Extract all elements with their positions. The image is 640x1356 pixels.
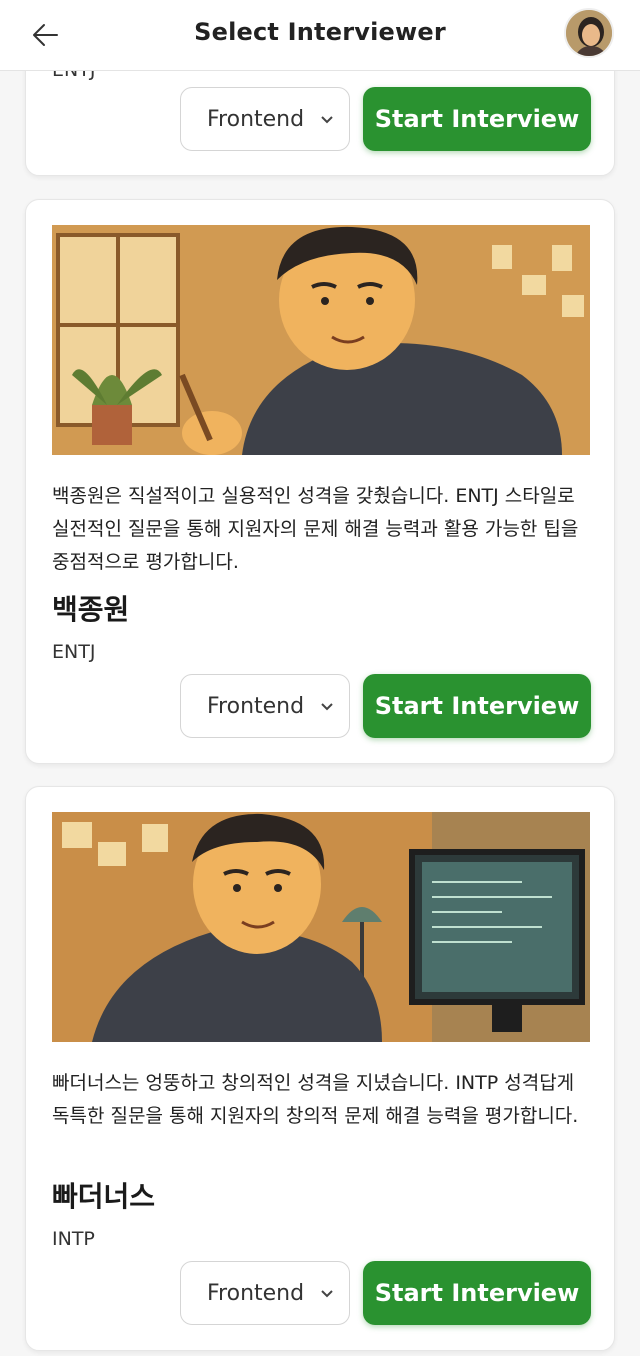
interviewer-name: 백종원 bbox=[52, 593, 130, 626]
interviewer-mbti: ENTJ bbox=[52, 641, 96, 663]
chevron-down-icon bbox=[321, 703, 333, 711]
interviewer-card: 백종원은 직설적이고 실용적인 성격을 갖췄습니다. ENTJ 스타일로 실전적… bbox=[25, 199, 615, 764]
start-interview-button[interactable]: Start Interview bbox=[363, 87, 591, 151]
role-select[interactable]: Frontend bbox=[180, 674, 350, 738]
interviewer-illustration bbox=[52, 225, 590, 455]
role-select-value: Frontend bbox=[207, 1280, 305, 1306]
interviewer-mbti: INTP bbox=[52, 1228, 95, 1250]
chevron-down-icon bbox=[321, 1290, 333, 1298]
role-select-value: Frontend bbox=[207, 106, 305, 132]
app-header: Select Interviewer bbox=[0, 0, 640, 71]
start-interview-button[interactable]: Start Interview bbox=[363, 674, 591, 738]
interviewer-description: 빠더너스는 엉뚱하고 창의적인 성격을 지녔습니다. INTP 성격답게 독특한… bbox=[52, 1072, 579, 1127]
interviewer-illustration bbox=[52, 812, 590, 1042]
chevron-down-icon bbox=[321, 116, 333, 124]
page-title: Select Interviewer bbox=[194, 18, 446, 46]
role-select-value: Frontend bbox=[207, 693, 305, 719]
interviewer-name: 빠더너스 bbox=[52, 1180, 156, 1213]
start-interview-button[interactable]: Start Interview bbox=[363, 1261, 591, 1325]
user-avatar[interactable] bbox=[564, 8, 614, 58]
role-select[interactable]: Frontend bbox=[180, 87, 350, 151]
role-select[interactable]: Frontend bbox=[180, 1261, 350, 1325]
interviewer-card: 빠더너스는 엉뚱하고 창의적인 성격을 지녔습니다. INTP 성격답게 독특한… bbox=[25, 786, 615, 1351]
interviewer-description: 백종원은 직설적이고 실용적인 성격을 갖췄습니다. ENTJ 스타일로 실전적… bbox=[52, 485, 579, 573]
